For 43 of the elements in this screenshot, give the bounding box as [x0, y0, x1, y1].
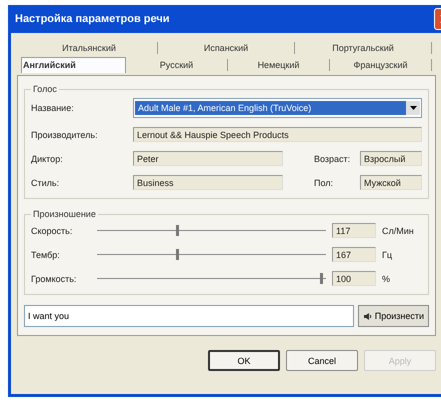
slider[interactable]	[97, 225, 326, 236]
field-label: Скорость:	[31, 226, 74, 236]
language-tab[interactable]: Английский	[21, 56, 126, 72]
dialog-button[interactable]: OK	[208, 350, 280, 371]
speak-button[interactable]: Произнести	[358, 305, 429, 327]
language-tab[interactable]: Португальский	[295, 42, 432, 54]
unit-label: Сл/Мин	[382, 226, 415, 236]
slider-thumb[interactable]	[176, 225, 180, 236]
readonly-field: Взрослый	[360, 151, 422, 166]
readonly-field: Business	[133, 175, 283, 190]
field-label: Диктор:	[31, 154, 64, 164]
slider-thumb[interactable]	[176, 249, 180, 260]
readonly-field: 117	[332, 223, 376, 238]
slider[interactable]	[97, 249, 326, 260]
unit-label: %	[382, 274, 392, 284]
field-label: Пол:	[314, 178, 334, 188]
language-tab[interactable]: Французский	[330, 58, 432, 70]
language-tab[interactable]: Итальянский	[21, 42, 158, 54]
field-label: Название:	[31, 103, 75, 113]
speaker-icon	[362, 312, 372, 320]
group-title: Голос	[32, 84, 58, 94]
window-title: Настройка параметров речи	[14, 13, 170, 25]
language-tab[interactable]: Русский	[126, 58, 228, 70]
readonly-field: Lernout && Hauspie Speech Products	[133, 127, 422, 142]
voice-dropdown[interactable]: Adult Male #1, American English (TruVoice)	[133, 98, 422, 118]
caret-icon	[410, 106, 416, 110]
unit-label: Гц	[382, 250, 394, 260]
field-label: Производитель:	[31, 130, 99, 140]
field-label: Громкость:	[31, 274, 78, 284]
field-label: Тембр:	[31, 250, 61, 260]
text-input[interactable]: I want you	[24, 305, 354, 327]
field-label: Возраст:	[314, 154, 352, 164]
readonly-field: Мужской	[360, 175, 422, 190]
readonly-field: Peter	[133, 151, 283, 166]
slider-thumb[interactable]	[320, 273, 324, 284]
readonly-field: 167	[332, 247, 376, 262]
language-tab[interactable]: Испанский	[158, 42, 295, 54]
dialog-button[interactable]: Cancel	[286, 350, 358, 371]
field-label: Стиль:	[31, 178, 60, 188]
group-title: Произношение	[32, 209, 97, 219]
slider[interactable]	[97, 273, 326, 284]
readonly-field: 100	[332, 271, 376, 286]
language-tab[interactable]: Немецкий	[228, 58, 330, 70]
